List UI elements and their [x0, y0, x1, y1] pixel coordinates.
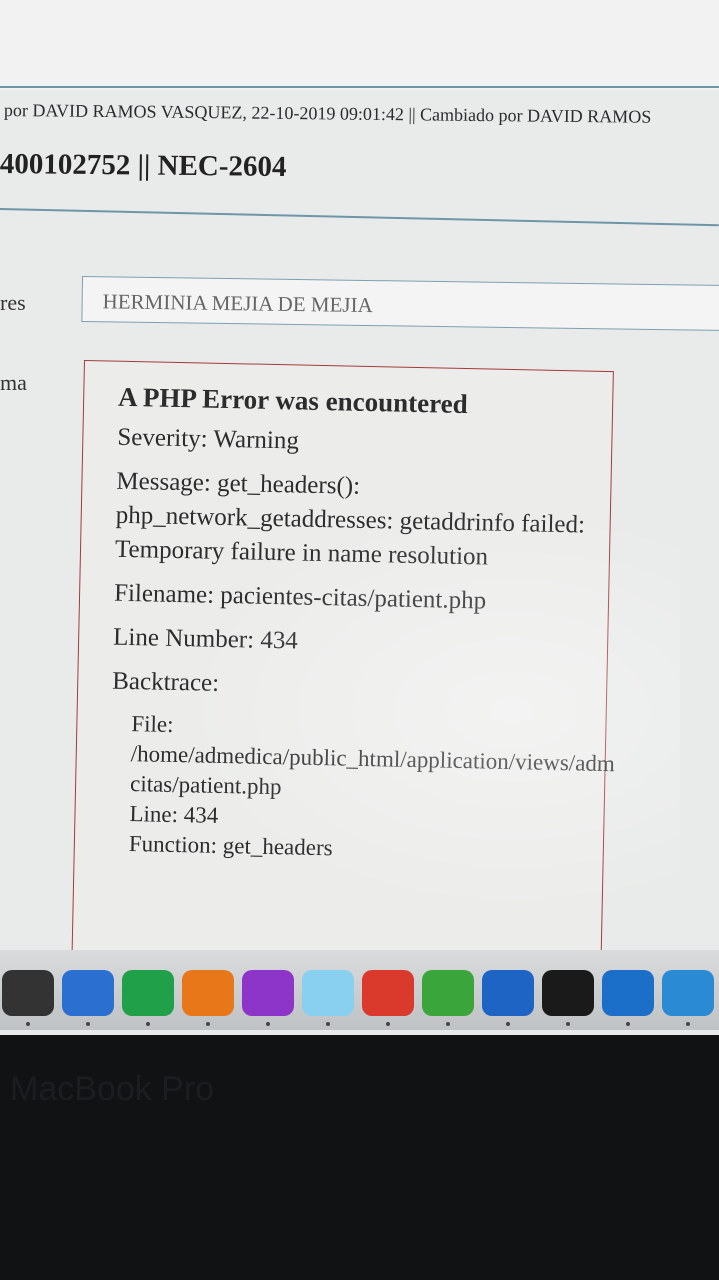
dock-running-indicator — [146, 1022, 150, 1026]
finder-icon[interactable] — [2, 970, 54, 1016]
dock-running-indicator — [566, 1022, 570, 1026]
name-field[interactable]: HERMINIA MEJIA DE MEJIA — [81, 276, 719, 332]
dock-running-indicator — [266, 1022, 270, 1026]
dock — [0, 950, 719, 1030]
skype-icon[interactable] — [302, 970, 354, 1016]
record-meta-line: por DAVID RAMOS VASQUEZ, 22-10-2019 09:0… — [3, 100, 652, 127]
error-heading: A PHP Error was encountered — [117, 381, 468, 420]
page-top-area — [0, 0, 719, 90]
browser-screen: por DAVID RAMOS VASQUEZ, 22-10-2019 09:0… — [0, 0, 719, 1035]
record-title: 400102752 || NEC-2604 — [0, 148, 287, 184]
error-line-number: Line Number: 434 — [112, 623, 299, 655]
dock-running-indicator — [26, 1022, 30, 1026]
terminal-icon[interactable] — [542, 970, 594, 1016]
powerpoint-icon[interactable] — [182, 970, 234, 1016]
dock-running-indicator — [86, 1022, 90, 1026]
teamviewer-icon[interactable] — [602, 970, 654, 1016]
field-label-res: res — [0, 290, 26, 315]
dock-running-indicator — [626, 1022, 630, 1026]
dock-running-indicator — [206, 1022, 210, 1026]
php-error-box: A PHP Error was encountered Severity: Wa… — [71, 360, 615, 991]
network-icon[interactable] — [482, 970, 534, 1016]
dock-running-indicator — [686, 1022, 690, 1026]
error-filename: Filename: pacientes-citas/patient.php — [113, 579, 487, 615]
ie-icon[interactable] — [242, 970, 294, 1016]
macbook-bezel-label: MacBook Pro — [10, 1070, 215, 1108]
utorrent-icon[interactable] — [422, 970, 474, 1016]
word-icon[interactable] — [62, 970, 114, 1016]
field-label-ma: ma — [0, 370, 27, 395]
dock-running-indicator — [506, 1022, 510, 1026]
backtrace-entry: File: /home/admedica/public_html/applica… — [129, 709, 615, 869]
divider-top — [0, 86, 719, 88]
dock-running-indicator — [446, 1022, 450, 1026]
error-backtrace-label: Backtrace: — [111, 667, 220, 697]
globe-icon[interactable] — [662, 970, 714, 1016]
error-message: Message: get_headers(): php_network_geta… — [114, 467, 586, 571]
dock-running-indicator — [326, 1022, 330, 1026]
divider-mid — [0, 208, 719, 227]
presentation-icon[interactable] — [362, 970, 414, 1016]
dock-running-indicator — [386, 1022, 390, 1026]
error-severity: Severity: Warning — [117, 423, 300, 455]
excel-icon[interactable] — [122, 970, 174, 1016]
